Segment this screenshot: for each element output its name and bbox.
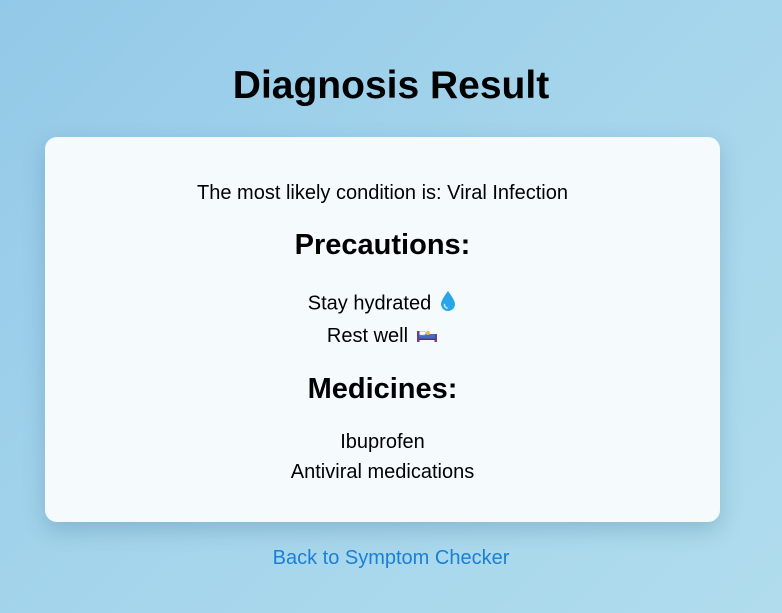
condition-text: The most likely condition is: Viral Infe…: [197, 182, 568, 204]
precaution-label: Rest well: [326, 325, 409, 347]
water-drop-icon: [439, 290, 457, 318]
list-item: Antiviral medications: [290, 461, 475, 483]
medicines-heading: Medicines:: [307, 373, 458, 405]
list-item: Stay hydrated: [45, 290, 720, 324]
precautions-list: Stay hydrated Rest well: [45, 290, 720, 358]
precaution-label: Stay hydrated: [307, 292, 432, 315]
precautions-heading: Precautions:: [294, 229, 471, 261]
list-item: Rest well: [45, 324, 720, 358]
result-card: The most likely condition is: Viral Infe…: [45, 137, 720, 522]
back-to-symptom-checker-link[interactable]: Back to Symptom Checker: [0, 546, 782, 570]
list-item: Ibuprofen: [340, 431, 425, 453]
medicines-list: Ibuprofen Antiviral medications: [45, 430, 720, 490]
bed-icon: [416, 325, 438, 349]
page-title: Diagnosis Result: [232, 64, 550, 107]
